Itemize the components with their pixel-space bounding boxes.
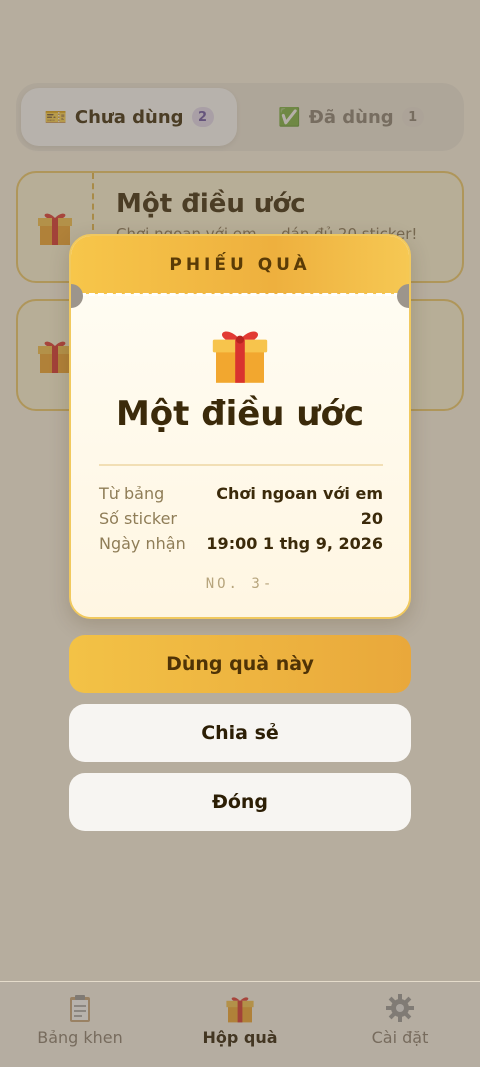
- share-button[interactable]: Chia sẻ: [69, 704, 411, 762]
- info-label: Từ bảng: [99, 484, 165, 503]
- gift-icon: [212, 331, 268, 383]
- info-value: 20: [360, 509, 383, 528]
- info-row-date: Ngày nhận 19:00 1 thg 9, 2026: [99, 534, 383, 556]
- info-row-stickers: Số sticker 20: [99, 509, 383, 531]
- info-value: 19:00 1 thg 9, 2026: [206, 534, 383, 553]
- close-button[interactable]: Đóng: [69, 773, 411, 831]
- voucher-divider: [99, 464, 383, 466]
- perforation: [71, 293, 409, 296]
- gift-voucher-modal: PHIẾU QUÀ Một điều ước Từ bảng Chơi ngoa…: [69, 234, 411, 619]
- info-label: Ngày nhận: [99, 534, 186, 553]
- nav-dim-overlay: [0, 982, 480, 1067]
- info-row-board: Từ bảng Chơi ngoan với em: [99, 484, 383, 506]
- voucher-header: PHIẾU QUÀ: [71, 236, 409, 294]
- voucher-number: NO. 3-: [205, 576, 275, 592]
- voucher-title: Một điều ước: [115, 394, 365, 434]
- use-gift-button[interactable]: Dùng quà này: [69, 635, 411, 693]
- bottom-nav: Bảng khen Hộp quà Cài đặt: [0, 981, 480, 1067]
- info-label: Số sticker: [99, 509, 177, 528]
- info-value: Chơi ngoan với em: [216, 484, 383, 503]
